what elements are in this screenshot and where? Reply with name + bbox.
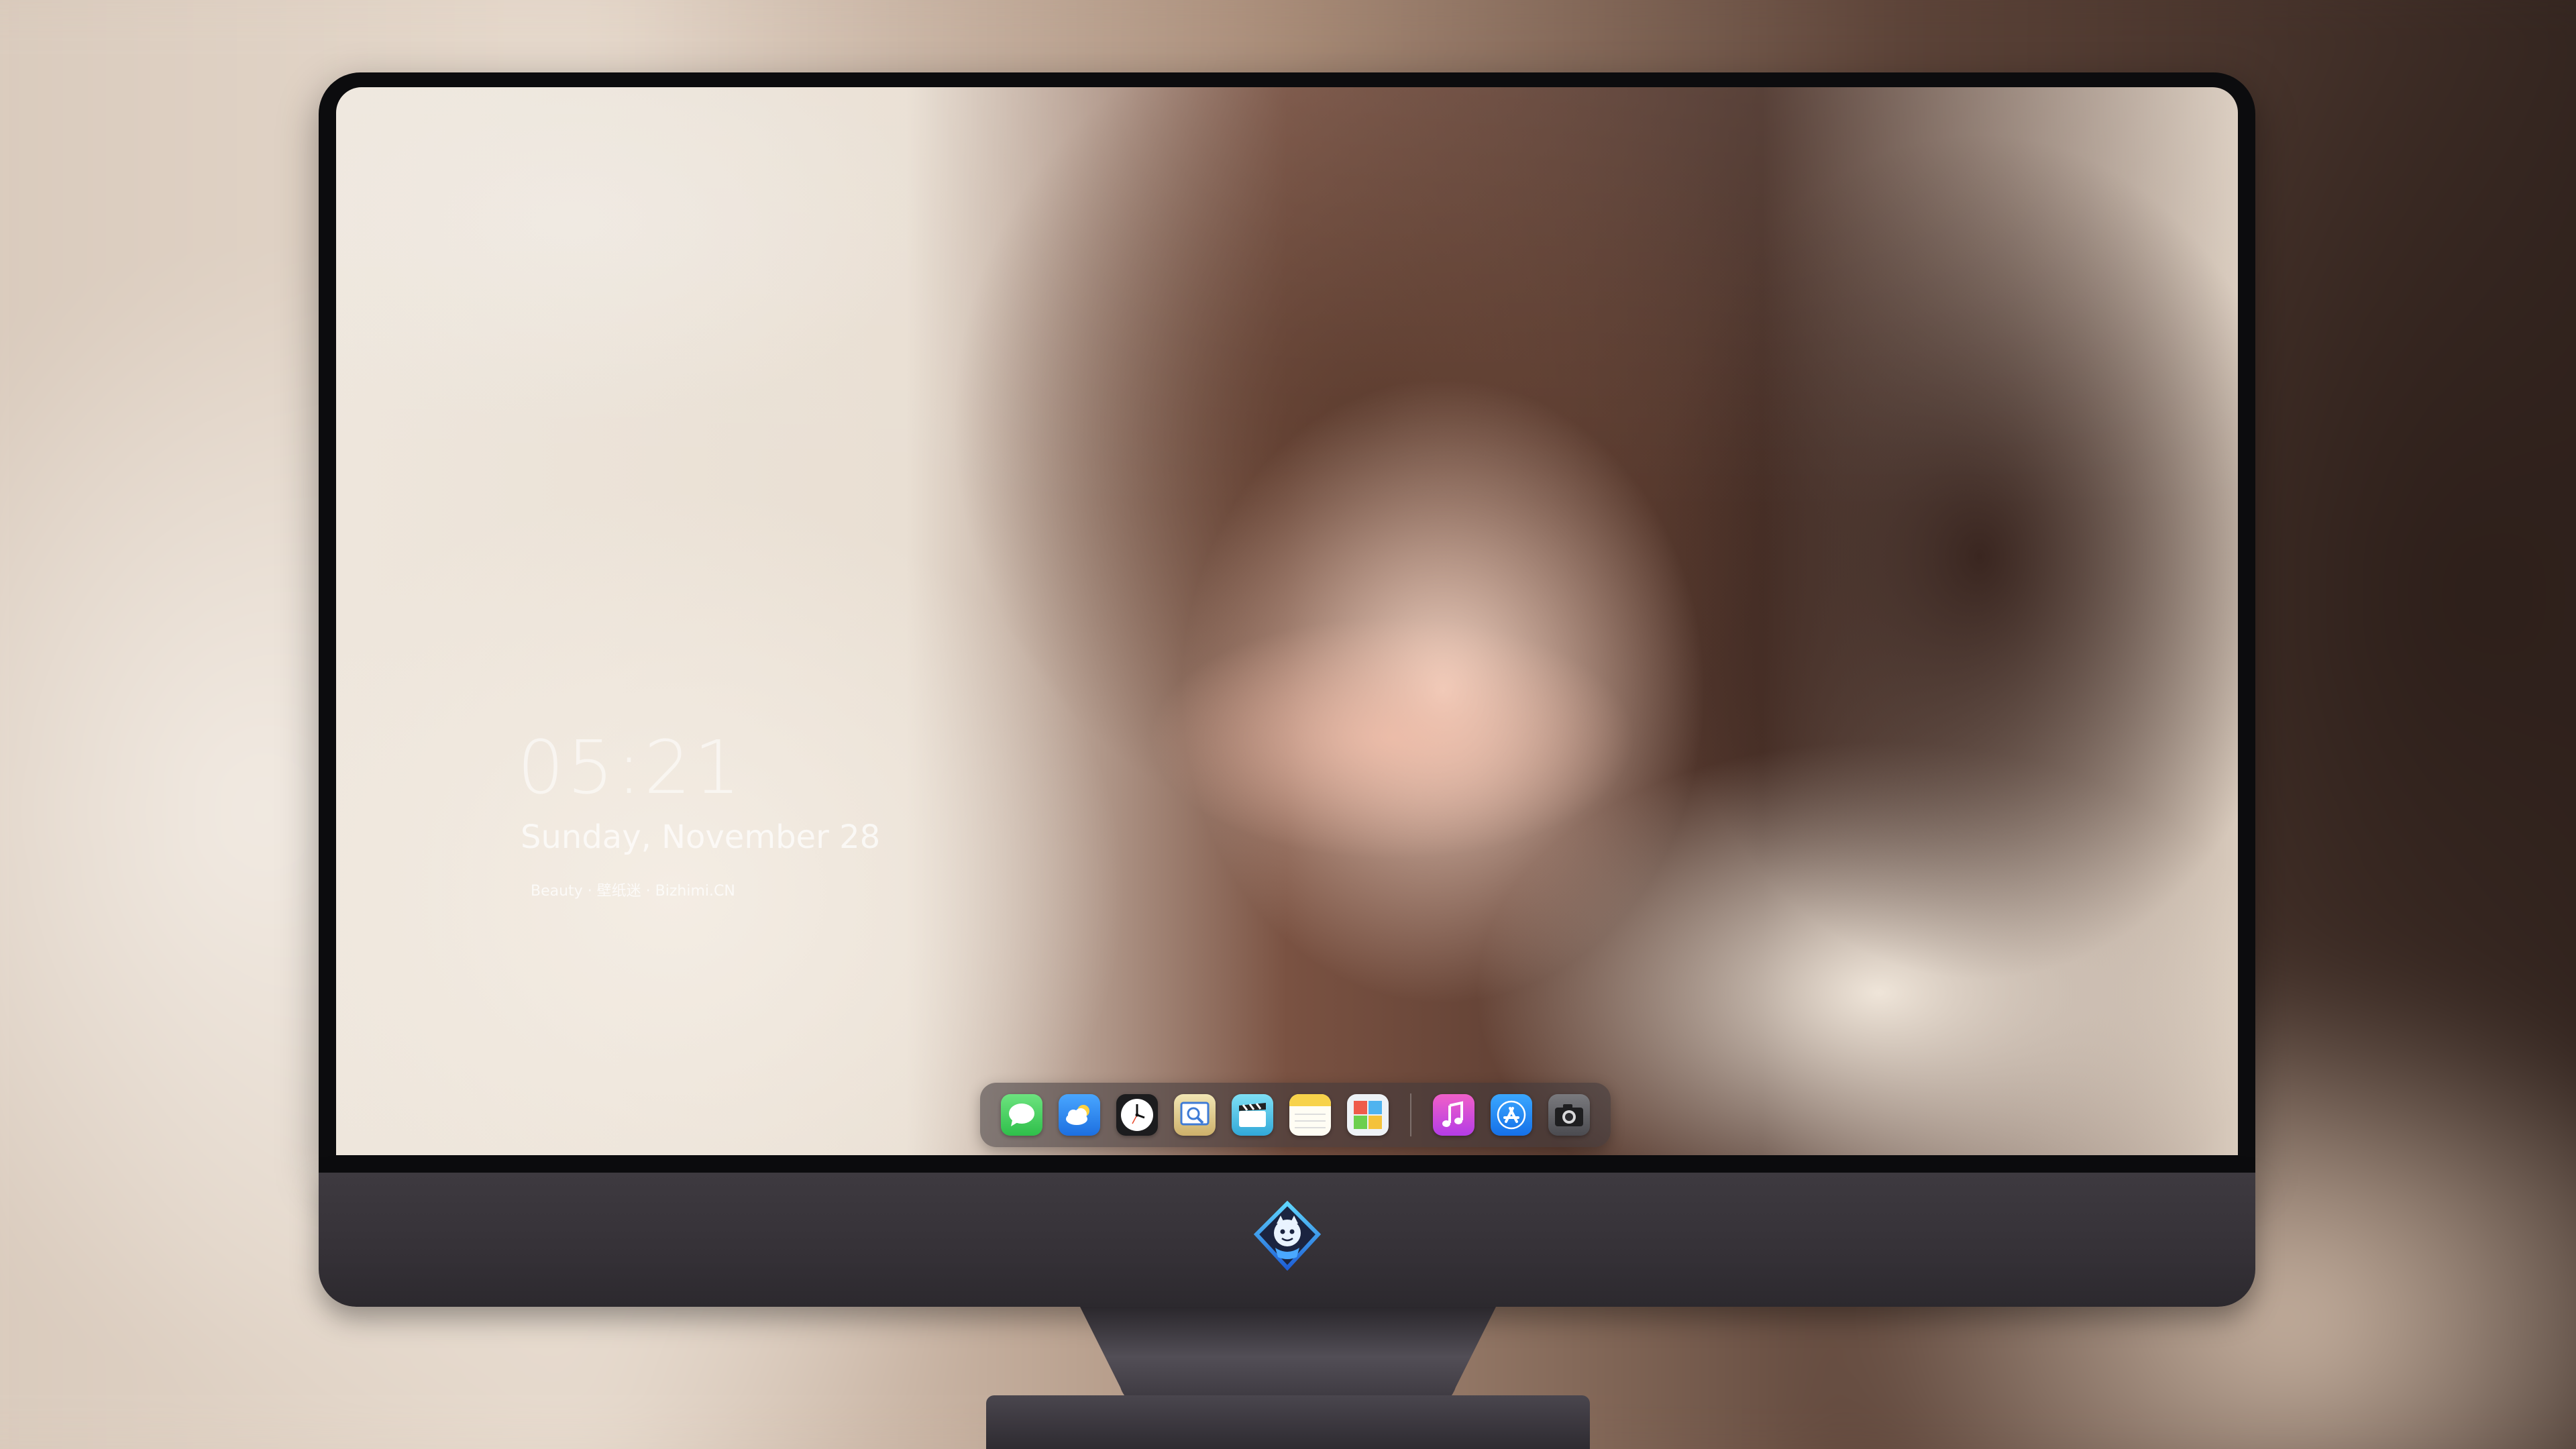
messages-icon[interactable] [1001, 1094, 1042, 1136]
clips-icon[interactable] [1232, 1094, 1273, 1136]
desktop-screen: 05:21 Sunday, November 28 Beauty · 壁纸迷 ·… [336, 87, 2238, 1155]
clock-icon[interactable] [1116, 1094, 1158, 1136]
dock-separator [1410, 1093, 1411, 1136]
music-icon[interactable] [1433, 1094, 1474, 1136]
monitor-stand-base [986, 1395, 1590, 1449]
scene: 05:21 Sunday, November 28 Beauty · 壁纸迷 ·… [0, 0, 2576, 1449]
brand-logo-icon [1252, 1200, 1322, 1271]
dock [980, 1083, 1611, 1147]
wallpaper-credit: Beauty · 壁纸迷 · Bizhimi.CN [531, 883, 735, 900]
monitor-stand [1080, 1307, 1496, 1407]
monitor-chin [319, 1173, 2255, 1307]
app-store-icon[interactable] [1491, 1094, 1532, 1136]
lock-screen-date: Sunday, November 28 [521, 818, 881, 856]
monitor-bezel: 05:21 Sunday, November 28 Beauty · 壁纸迷 ·… [319, 72, 2255, 1173]
weather-icon[interactable] [1059, 1094, 1100, 1136]
lock-screen-time: 05:21 [517, 724, 744, 810]
camera-icon[interactable] [1548, 1094, 1590, 1136]
notes-icon[interactable] [1289, 1094, 1331, 1136]
wallpaper [336, 87, 2238, 1155]
photo-booth-icon[interactable] [1347, 1094, 1389, 1136]
preview-icon[interactable] [1174, 1094, 1216, 1136]
